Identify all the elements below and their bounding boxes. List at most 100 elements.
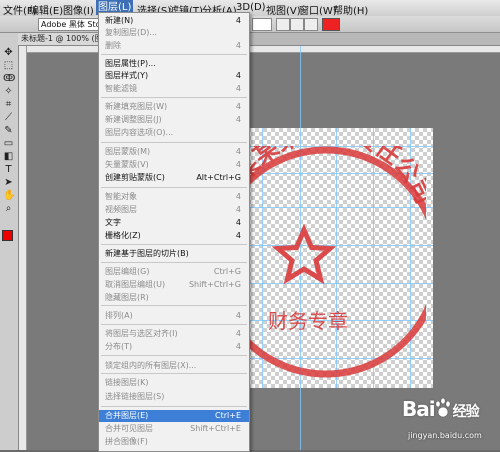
menu-separator <box>101 324 247 325</box>
menu-item-label: 创建剪贴蒙版(C) <box>105 173 165 182</box>
submenu-arrow-icon: 4 <box>235 160 241 169</box>
foreground-color-swatch[interactable] <box>2 230 13 241</box>
align-left-button[interactable] <box>276 18 290 31</box>
align-right-button[interactable] <box>304 18 318 31</box>
text-tool-icon[interactable]: T <box>3 164 14 175</box>
menu-separator <box>101 142 247 143</box>
menu-item-select-linked-layers[interactable]: 选择链接图层(S) <box>99 391 249 403</box>
menu-item-label: 图层样式(Y) <box>105 71 149 80</box>
path-select-icon[interactable]: ➤ <box>3 177 14 188</box>
menu-item-shortcut: Shift+Ctrl+G <box>188 280 241 289</box>
menu-item-new-layer-based-slice[interactable]: 新建基于图层的切片(B) <box>99 248 249 260</box>
menu-separator <box>101 244 247 245</box>
zoom-tool-icon[interactable]: ⌕ <box>3 203 14 214</box>
submenu-arrow-icon: 4 <box>235 218 241 227</box>
menu-item-flatten-image[interactable]: 拼合图像(F) <box>99 436 249 448</box>
menu-item-lock-all-layers[interactable]: 锁定组内的所有图层(X)... <box>99 360 249 372</box>
tools-panel: ✥ ⬚ ↂ ✧ ⌗ ⟋ ✎ ▭ ◧ T ➤ ✋ ⌕ <box>0 33 19 450</box>
menu-item-shortcut: Ctrl+E <box>215 411 241 420</box>
menu-item-hide-layers[interactable]: 隐藏图层(R) <box>99 292 249 304</box>
menu-item-label: 新建基于图层的切片(B) <box>105 249 189 258</box>
menu-item-label: 栅格化(Z) <box>105 231 141 240</box>
menu-separator <box>101 305 247 306</box>
submenu-arrow-icon: 4 <box>235 41 241 50</box>
menu-item-duplicate-layer[interactable]: 复制图层(D)... <box>99 27 249 39</box>
menu-item-label: 合并可见图层 <box>105 424 153 433</box>
hand-tool-icon[interactable]: ✋ <box>3 190 15 201</box>
gradient-tool-icon[interactable]: ◧ <box>3 151 14 162</box>
menu-window[interactable]: 窗口(W) <box>299 2 337 17</box>
submenu-arrow-icon: 4 <box>235 342 241 351</box>
magic-wand-icon[interactable]: ✧ <box>3 86 14 97</box>
menu-item-shortcut: Ctrl+G <box>213 267 241 276</box>
menu-item-new-adjustment-layer[interactable]: 新建调整图层(J) 4 <box>99 114 249 126</box>
menu-item-group-layers[interactable]: 图层编组(G) Ctrl+G <box>99 266 249 278</box>
submenu-arrow-icon: 4 <box>235 102 241 111</box>
menu-item-new-fill-layer[interactable]: 新建填充图层(W) 4 <box>99 101 249 113</box>
move-tool-icon[interactable]: ✥ <box>3 47 14 58</box>
brush-tool-icon[interactable]: ✎ <box>3 125 14 136</box>
menu-item-smart-objects[interactable]: 智能对象 4 <box>99 191 249 203</box>
menu-separator <box>101 373 247 374</box>
seal-company-text: 市某某某有限责任公司 <box>226 146 426 208</box>
menu-item-label: 视频图层 <box>105 205 137 214</box>
menu-item-label: 文字 <box>105 218 121 227</box>
menu-item-create-clipping-mask[interactable]: 创建剪贴蒙版(C) Alt+Ctrl+G <box>99 172 249 184</box>
menu-item-label: 智能对象 <box>105 192 137 201</box>
menu-separator <box>101 54 247 55</box>
menu-item-label: 智能滤镜 <box>105 84 137 93</box>
marquee-tool-icon[interactable]: ⬚ <box>3 60 14 71</box>
baidu-watermark: Bai 经验 jingyan.baidu.com <box>402 397 498 449</box>
menu-item-smart-filter[interactable]: 智能滤镜 4 <box>99 83 249 95</box>
menu-item-label: 将图层与选区对齐(I) <box>105 329 178 338</box>
menu-item-type[interactable]: 文字 4 <box>99 217 249 229</box>
menu-item-vector-mask[interactable]: 矢量蒙版(V) 4 <box>99 159 249 171</box>
menu-view[interactable]: 视图(V) <box>266 2 301 17</box>
menu-item-distribute[interactable]: 分布(T) 4 <box>99 341 249 353</box>
menu-item-ungroup-layers[interactable]: 取消图层编组(U) Shift+Ctrl+G <box>99 279 249 291</box>
lasso-tool-icon[interactable]: ↂ <box>3 73 15 84</box>
menu-separator <box>101 187 247 188</box>
menu-item-video-layers[interactable]: 视频图层 4 <box>99 204 249 216</box>
menu-item-label: 排列(A) <box>105 311 133 320</box>
submenu-arrow-icon: 4 <box>235 115 241 124</box>
options-bar: Adobe 黑体 Std <box>0 16 500 33</box>
eyedropper-icon[interactable]: ⟋ <box>3 112 14 123</box>
menu-item-layer-properties[interactable]: 图层属性(P)... <box>99 58 249 70</box>
menu-item-label: 拼合图像(F) <box>105 437 148 446</box>
submenu-arrow-icon: 4 <box>235 147 241 156</box>
menu-item-new[interactable]: 新建(N) 4 <box>99 15 249 27</box>
menu-item-merge-visible[interactable]: 合并可见图层 Shift+Ctrl+E <box>99 423 249 435</box>
text-color-swatch[interactable] <box>322 18 340 31</box>
menu-item-align-to-selection[interactable]: 将图层与选区对齐(I) 4 <box>99 328 249 340</box>
menu-item-delete[interactable]: 删除 4 <box>99 40 249 52</box>
menu-help[interactable]: 帮助(H) <box>333 2 368 17</box>
menu-item-link-layers[interactable]: 链接图层(K) <box>99 377 249 389</box>
font-family-select[interactable]: Adobe 黑体 Std <box>38 18 104 31</box>
submenu-arrow-icon: 4 <box>235 16 241 25</box>
menu-item-label: 复制图层(D)... <box>105 28 158 37</box>
menu-item-label: 选择链接图层(S) <box>105 392 165 401</box>
submenu-arrow-icon: 4 <box>235 329 241 338</box>
menu-item-layer-mask[interactable]: 图层蒙版(M) 4 <box>99 146 249 158</box>
menu-item-layer-content-options[interactable]: 图层内容选项(O)... <box>99 127 249 139</box>
menu-item-arrange[interactable]: 排列(A) 4 <box>99 310 249 322</box>
eraser-tool-icon[interactable]: ▭ <box>3 138 14 149</box>
menu-item-rasterize[interactable]: 栅格化(Z) 4 <box>99 230 249 242</box>
menu-item-layer-style[interactable]: 图层样式(Y) 4 <box>99 70 249 82</box>
menu-item-label: 链接图层(K) <box>105 378 149 387</box>
menu-item-label: 图层蒙版(M) <box>105 147 151 156</box>
menu-item-merge-layers[interactable]: 合并图层(E) Ctrl+E <box>99 410 249 422</box>
paw-icon <box>435 397 451 418</box>
menu-item-label: 图层编组(G) <box>105 267 150 276</box>
layer-menu: 新建(N) 4 复制图层(D)... 删除 4 图层属性(P)... 图层样式(Y) 4 智能滤… <box>98 12 250 452</box>
font-size-select[interactable] <box>252 18 272 31</box>
baidu-logo-tail: 经验 <box>452 404 480 420</box>
submenu-arrow-icon: 4 <box>235 205 241 214</box>
menu-item-label: 删除 <box>105 41 121 50</box>
align-center-button[interactable] <box>290 18 304 31</box>
menu-item-label: 图层属性(P)... <box>105 59 156 68</box>
menu-edit[interactable]: 编辑(E) <box>29 2 63 17</box>
crop-tool-icon[interactable]: ⌗ <box>3 99 14 110</box>
menu-image[interactable]: 图像(I) <box>63 2 94 17</box>
